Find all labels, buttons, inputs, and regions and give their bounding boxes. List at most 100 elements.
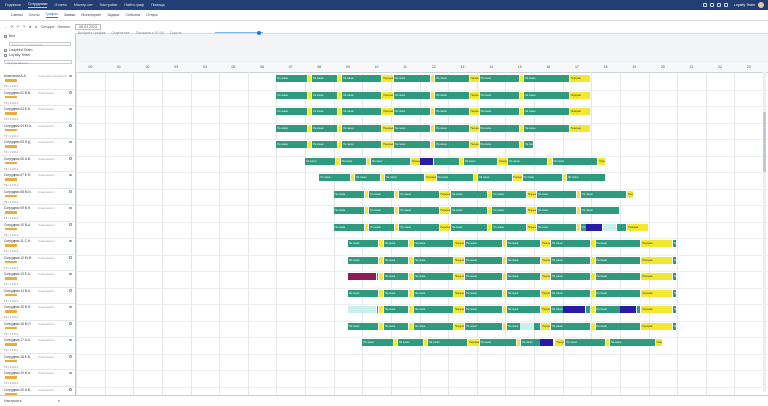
shift-segment[interactable]: На линии xyxy=(348,290,379,297)
break-segment[interactable]: Перерыв xyxy=(541,240,551,247)
shift-segment[interactable] xyxy=(620,306,637,313)
shift-segment[interactable]: На линии xyxy=(553,158,599,165)
filter-option[interactable]: Скрыть xyxy=(170,31,182,35)
break-segment[interactable]: Перерыв xyxy=(454,257,465,264)
info-icon[interactable] xyxy=(69,388,72,391)
shift-segment[interactable]: На линии xyxy=(492,191,526,198)
shift-segment[interactable]: На линии xyxy=(537,191,577,198)
info-icon[interactable] xyxy=(69,91,72,94)
info-icon[interactable] xyxy=(69,306,72,309)
shift-segment[interactable] xyxy=(540,339,554,346)
break-segment[interactable]: Перерыв xyxy=(513,174,523,181)
employee-row[interactable]: Сотрудник 18 Е.В.СпециалистТК / 1.0.0.1 xyxy=(0,354,75,371)
shift-segment[interactable]: На линии xyxy=(334,224,365,231)
shift-segment[interactable] xyxy=(348,306,377,313)
shift-segment[interactable]: На линии xyxy=(276,125,307,132)
info-icon[interactable] xyxy=(69,124,72,127)
break-segment[interactable]: Перерыв xyxy=(382,108,393,115)
shift-segment[interactable]: На линии xyxy=(673,240,677,247)
shift-segment[interactable]: На линии xyxy=(437,174,474,181)
topnav-item[interactable]: Сотрудники xyxy=(28,2,47,8)
zoom-slider[interactable] xyxy=(215,32,263,33)
shift-segment[interactable]: На линии xyxy=(567,174,606,181)
employee-row[interactable]: Сотрудник 09 В.Н.СпециалистТК / 1.0.0.1 xyxy=(0,205,75,222)
shift-segment[interactable]: На линии xyxy=(414,257,454,264)
break-segment[interactable]: Перерыв xyxy=(382,141,393,148)
break-segment[interactable]: Перерыв xyxy=(541,273,551,280)
break-segment[interactable]: Перерыв xyxy=(627,224,648,231)
topnav-item[interactable]: Мастер-сет xyxy=(74,3,93,7)
shift-segment[interactable]: На линии xyxy=(480,125,520,132)
toolbar-button[interactable]: ← xyxy=(4,25,8,29)
user-name[interactable]: Loyalty Team xyxy=(734,3,755,7)
shift-segment[interactable]: На линии xyxy=(673,290,677,297)
shift-segment[interactable]: На линии xyxy=(673,306,677,313)
info-icon[interactable] xyxy=(69,240,72,243)
employee-row[interactable]: Сотрудник 19 Н.А.СпециалистТК / 1.0.0.1 xyxy=(0,370,75,387)
topnav-item[interactable]: Найти граф xyxy=(124,3,144,7)
break-segment[interactable]: Перерыв xyxy=(382,75,393,82)
info-icon[interactable] xyxy=(69,289,72,292)
shift-segment[interactable]: На линии xyxy=(394,125,431,132)
shift-segment[interactable]: На линии xyxy=(394,75,431,82)
shift-segment[interactable]: На линии xyxy=(465,306,502,313)
shift-segment[interactable]: На линии xyxy=(355,174,381,181)
shift-segment[interactable]: На линии xyxy=(537,207,577,214)
shift-segment[interactable]: На линии xyxy=(464,158,498,165)
employee-row[interactable]: Сотрудник 06 А.В.СпециалистТК / 1.0.0.1 xyxy=(0,156,75,173)
shift-segment[interactable]: На линии xyxy=(673,323,677,330)
shift-segment[interactable] xyxy=(603,224,617,231)
shift-segment[interactable]: На линии xyxy=(399,207,439,214)
subnav-tab[interactable]: Слоты xyxy=(29,13,40,17)
employee-row[interactable]: Сотрудник 11 С.Н.СпециалистТК / 1.0.0.1 xyxy=(0,238,75,255)
info-icon[interactable] xyxy=(69,322,72,325)
employee-row[interactable]: Сотрудник 07 Е.Н.СпециалистТК / 1.0.0.1 xyxy=(0,172,75,189)
shift-segment[interactable]: На линии xyxy=(414,290,454,297)
break-segment[interactable]: Перерыв xyxy=(541,257,551,264)
notification-icon[interactable] xyxy=(717,3,721,7)
break-segment[interactable]: Перерыв xyxy=(498,158,508,165)
info-icon[interactable] xyxy=(69,223,72,226)
shift-segment[interactable]: На линии xyxy=(362,339,393,346)
employee-row[interactable]: Сотрудник 15 В.Н.СпециалистТК / 1.0.0.1 xyxy=(0,304,75,321)
shift-segment[interactable] xyxy=(420,158,434,165)
select-all-row[interactable]: Все xyxy=(4,34,15,38)
shift-segment[interactable]: На линии xyxy=(348,240,379,247)
employee-row[interactable]: Сотрудник 05 Н.Д.СпециалистТК / 1.0.0.1 xyxy=(0,139,75,156)
shift-segment[interactable]: На линии xyxy=(507,273,541,280)
toolbar-button[interactable]: ↶ xyxy=(17,25,20,29)
shift-segment[interactable]: На линии xyxy=(492,224,526,231)
shift-segment[interactable]: На линии xyxy=(319,174,350,181)
shift-segment[interactable]: На линии xyxy=(384,306,410,313)
employee-row[interactable]: Сотрудник 12 Ю.В.СпециалистТК / 1.0.0.1 xyxy=(0,255,75,272)
shift-segment[interactable]: На линии xyxy=(348,323,379,330)
break-segment[interactable]: Перерыв xyxy=(440,191,451,198)
shift-segment[interactable]: На линии xyxy=(451,224,488,231)
shift-segment[interactable]: На линии xyxy=(384,323,410,330)
subnav-tab[interactable]: События xyxy=(125,13,140,17)
settings-icon[interactable] xyxy=(710,3,714,7)
shift-segment[interactable]: На линии xyxy=(673,257,677,264)
scrollbar-thumb[interactable] xyxy=(763,112,766,172)
topnav-item[interactable]: Отчеты xyxy=(54,3,66,7)
shift-segment[interactable]: На линии xyxy=(414,273,454,280)
break-segment[interactable]: Перерыв xyxy=(470,125,480,132)
topnav-item[interactable]: Помощь xyxy=(151,3,165,7)
filter-option[interactable]: Отделение xyxy=(111,31,129,35)
break-segment[interactable]: Перерыв xyxy=(570,92,591,99)
employee-row[interactable]: Сотрудник 13 Е.А.СпециалистТК / 1.0.0.1 xyxy=(0,271,75,288)
chevron-down-icon[interactable]: ▾ xyxy=(58,399,60,403)
shift-segment[interactable]: На линии xyxy=(384,290,410,297)
shift-segment[interactable]: На линии xyxy=(312,141,338,148)
shift-segment[interactable]: На линии xyxy=(414,306,454,313)
break-segment[interactable]: Перерыв xyxy=(641,306,672,313)
group-row-1[interactable]: Ladybird Team xyxy=(4,48,33,52)
shift-segment[interactable]: На линии xyxy=(414,323,454,330)
break-segment[interactable]: Перерыв xyxy=(425,174,436,181)
break-segment[interactable]: Перерыв xyxy=(541,323,551,330)
shift-segment[interactable]: На линии xyxy=(276,108,307,115)
shift-segment[interactable]: На линии xyxy=(435,141,469,148)
shift-segment[interactable]: На линии xyxy=(428,339,468,346)
shift-segment[interactable]: На линии xyxy=(524,108,570,115)
shift-segment[interactable]: На линии xyxy=(524,75,570,82)
